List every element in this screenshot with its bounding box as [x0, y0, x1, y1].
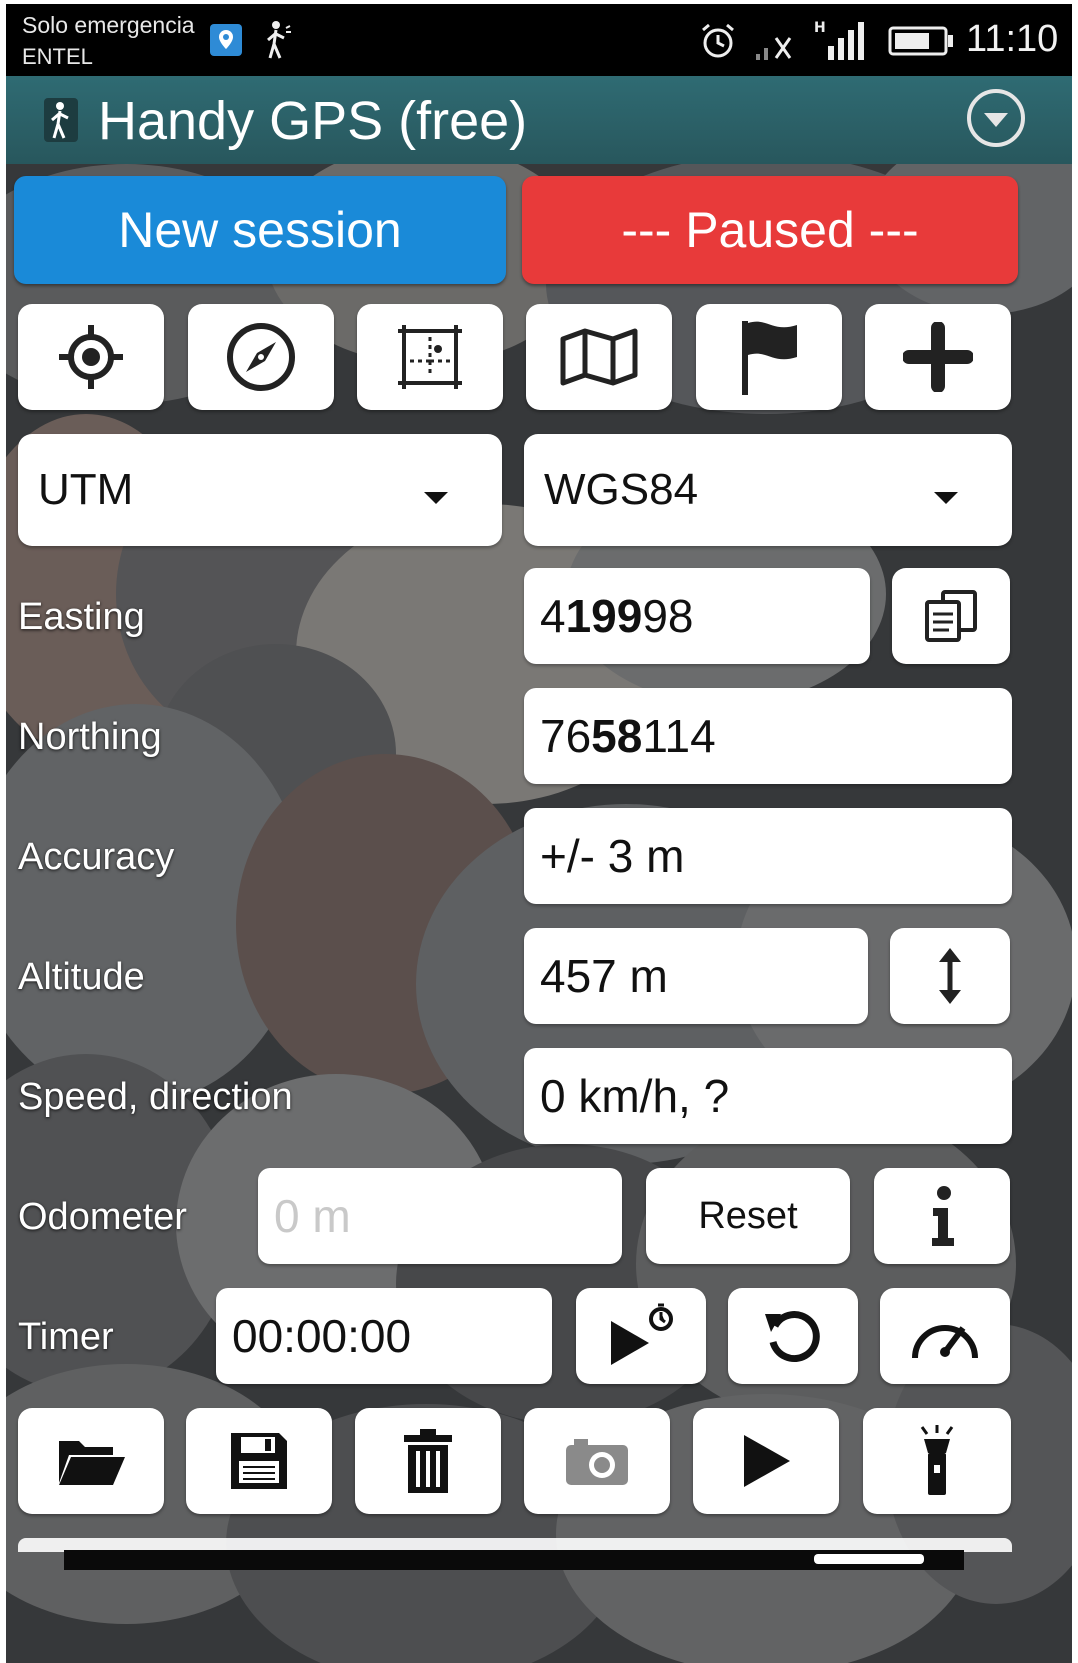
svg-text:H: H [814, 20, 826, 36]
session-status-button[interactable]: --- Paused --- [522, 176, 1018, 284]
camera-icon [566, 1439, 628, 1485]
speed-direction-value: 0 km/h, ? [524, 1048, 1012, 1144]
northing-digits-bold: 58 [591, 710, 643, 762]
timer-start-button[interactable] [576, 1288, 706, 1384]
alarm-icon [699, 22, 737, 60]
copy-coordinates-button[interactable] [892, 568, 1010, 664]
accuracy-value: +/- 3 m [524, 808, 1012, 904]
save-icon [231, 1433, 287, 1489]
timer-value: 00:00:00 [216, 1288, 552, 1384]
flag-icon [742, 321, 797, 395]
grid-icon [398, 325, 462, 389]
northing-value: 76 58 114 [524, 688, 1012, 784]
new-session-button[interactable]: New session [14, 176, 506, 284]
odometer-reset-button[interactable]: Reset [646, 1168, 850, 1264]
info-button[interactable] [874, 1168, 1010, 1264]
altitude-correction-button[interactable] [890, 928, 1010, 1024]
camera-button[interactable] [524, 1408, 670, 1514]
timer-reset-button[interactable] [728, 1288, 858, 1384]
speedometer-icon [912, 1325, 978, 1359]
compass-icon [227, 323, 295, 391]
northing-digits-a: 76 [540, 710, 592, 762]
plus-icon [903, 322, 973, 392]
northing-label: Northing [18, 716, 162, 758]
datum-select[interactable]: WGS84 [524, 434, 1012, 546]
battery-icon [888, 26, 954, 56]
map-button[interactable] [526, 304, 672, 410]
easting-digits-a: 4 [540, 590, 566, 642]
app-title: Handy GPS (free) [98, 91, 528, 151]
app-screen: Solo emergencia ENTEL H 11:10 Handy GPS … [6, 4, 1072, 1663]
easting-digits-b: 98 [642, 590, 694, 642]
speedometer-button[interactable] [880, 1288, 1010, 1384]
compass-button[interactable] [188, 304, 334, 410]
flashlight-icon [920, 1425, 954, 1495]
odometer-label: Odometer [18, 1196, 187, 1238]
altitude-label: Altitude [18, 956, 145, 998]
waypoint-button[interactable] [696, 304, 842, 410]
chevron-down-icon [934, 492, 958, 504]
carrier-network: ENTEL [22, 44, 93, 69]
folder-icon [59, 1441, 125, 1485]
flashlight-button[interactable] [863, 1408, 1011, 1514]
open-button[interactable] [18, 1408, 164, 1514]
chevron-down-circle-icon [967, 89, 1025, 147]
save-button[interactable] [186, 1408, 332, 1514]
status-bar: Solo emergencia ENTEL H 11:10 [6, 4, 1072, 76]
clock: 11:10 [966, 18, 1059, 60]
navigation-handle[interactable] [814, 1554, 924, 1564]
chevron-down-icon [424, 492, 448, 504]
altitude-value: 457 m [524, 928, 868, 1024]
coordinate-format-value: UTM [38, 465, 134, 514]
app-logo-icon [44, 98, 78, 142]
play-icon [744, 1435, 790, 1487]
copy-icon [925, 590, 977, 642]
coordinate-format-select[interactable]: UTM [18, 434, 502, 546]
easting-digits-bold: 199 [565, 590, 643, 642]
play-stopwatch-icon [611, 1303, 673, 1365]
datum-value: WGS84 [544, 465, 699, 514]
timer-label: Timer [18, 1316, 114, 1358]
info-icon [932, 1186, 954, 1246]
signal-strength-icon: H [814, 18, 866, 60]
speed-direction-label: Speed, direction [18, 1076, 293, 1118]
overflow-menu-button[interactable] [964, 86, 1028, 150]
add-button[interactable] [865, 304, 1011, 410]
play-button[interactable] [693, 1408, 839, 1514]
delete-button[interactable] [355, 1408, 501, 1514]
odometer-field: 0 m [258, 1168, 622, 1264]
trash-icon [404, 1429, 452, 1493]
northing-digits-b: 114 [642, 710, 716, 762]
hiker-icon [264, 20, 294, 60]
location-pin-icon [210, 24, 242, 56]
carrier-name: Solo emergencia [22, 12, 195, 38]
refresh-icon [765, 1311, 820, 1362]
no-signal-icon [754, 28, 800, 60]
accuracy-label: Accuracy [18, 836, 175, 878]
app-bar: Handy GPS (free) [6, 76, 1072, 164]
easting-value: 4 199 98 [524, 568, 870, 664]
locate-button[interactable] [18, 304, 164, 410]
up-down-arrow-icon [939, 948, 961, 1004]
area-button[interactable] [357, 304, 503, 410]
easting-label: Easting [18, 596, 145, 638]
map-icon [560, 328, 638, 386]
crosshair-icon [59, 325, 123, 389]
